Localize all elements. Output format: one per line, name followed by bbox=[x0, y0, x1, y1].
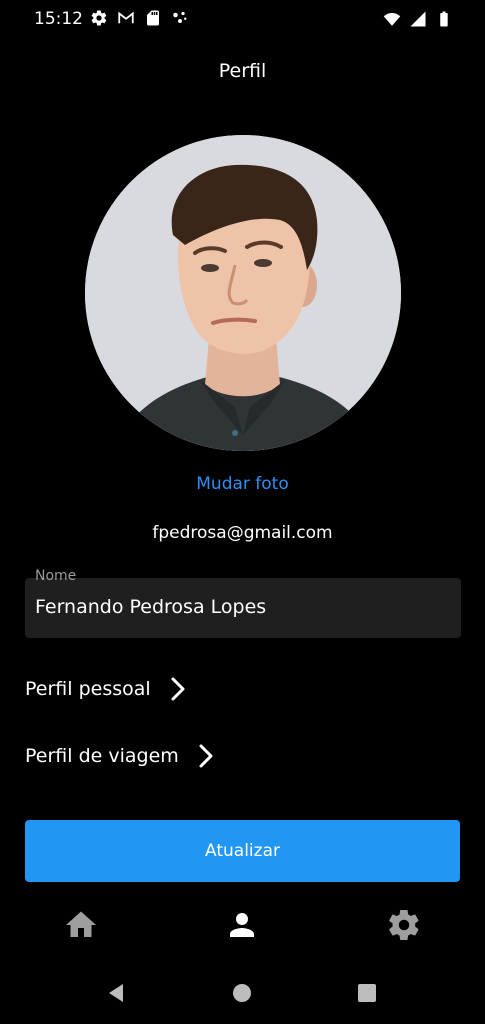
recent-apps-icon[interactable] bbox=[356, 982, 378, 1004]
status-bar: 15:12 bbox=[0, 0, 485, 38]
page-title: Perfil bbox=[218, 60, 267, 82]
wifi-icon bbox=[383, 13, 401, 26]
chevron-right-icon bbox=[199, 744, 213, 768]
travel-profile-label: Perfil de viagem bbox=[25, 745, 179, 767]
profile-avatar[interactable] bbox=[85, 135, 401, 451]
change-photo-link[interactable]: Mudar foto bbox=[0, 474, 485, 494]
status-notification-icons bbox=[90, 9, 189, 27]
home-icon[interactable] bbox=[63, 907, 99, 943]
status-time: 15:12 bbox=[34, 9, 83, 29]
settings-icon[interactable] bbox=[386, 907, 422, 943]
profile-photo bbox=[85, 135, 401, 451]
sd-card-icon bbox=[147, 10, 159, 26]
status-system-icons bbox=[383, 10, 453, 28]
battery-icon bbox=[440, 11, 448, 27]
system-navigation-bar bbox=[0, 962, 485, 1024]
dots-icon bbox=[173, 11, 187, 23]
gmail-icon bbox=[118, 11, 134, 24]
name-field-label: Nome bbox=[35, 568, 77, 584]
travel-profile-link[interactable]: Perfil de viagem bbox=[25, 743, 215, 769]
name-input[interactable] bbox=[35, 596, 445, 618]
user-email: fpedrosa@gmail.com bbox=[152, 523, 333, 543]
name-field[interactable] bbox=[25, 578, 461, 638]
personal-profile-label: Perfil pessoal bbox=[25, 678, 151, 700]
signal-icon bbox=[410, 11, 426, 27]
home-circle-icon[interactable] bbox=[231, 982, 253, 1004]
settings-icon bbox=[91, 10, 107, 26]
update-button[interactable]: Atualizar bbox=[25, 820, 460, 882]
back-icon[interactable] bbox=[105, 982, 127, 1004]
personal-profile-link[interactable]: Perfil pessoal bbox=[25, 676, 187, 702]
person-icon[interactable] bbox=[224, 907, 260, 943]
chevron-right-icon bbox=[171, 677, 185, 701]
bottom-navigation bbox=[0, 895, 485, 957]
profile-screen: 15:12 Perfil Mudar foto fpedrosa@gmail.c… bbox=[0, 0, 485, 1024]
